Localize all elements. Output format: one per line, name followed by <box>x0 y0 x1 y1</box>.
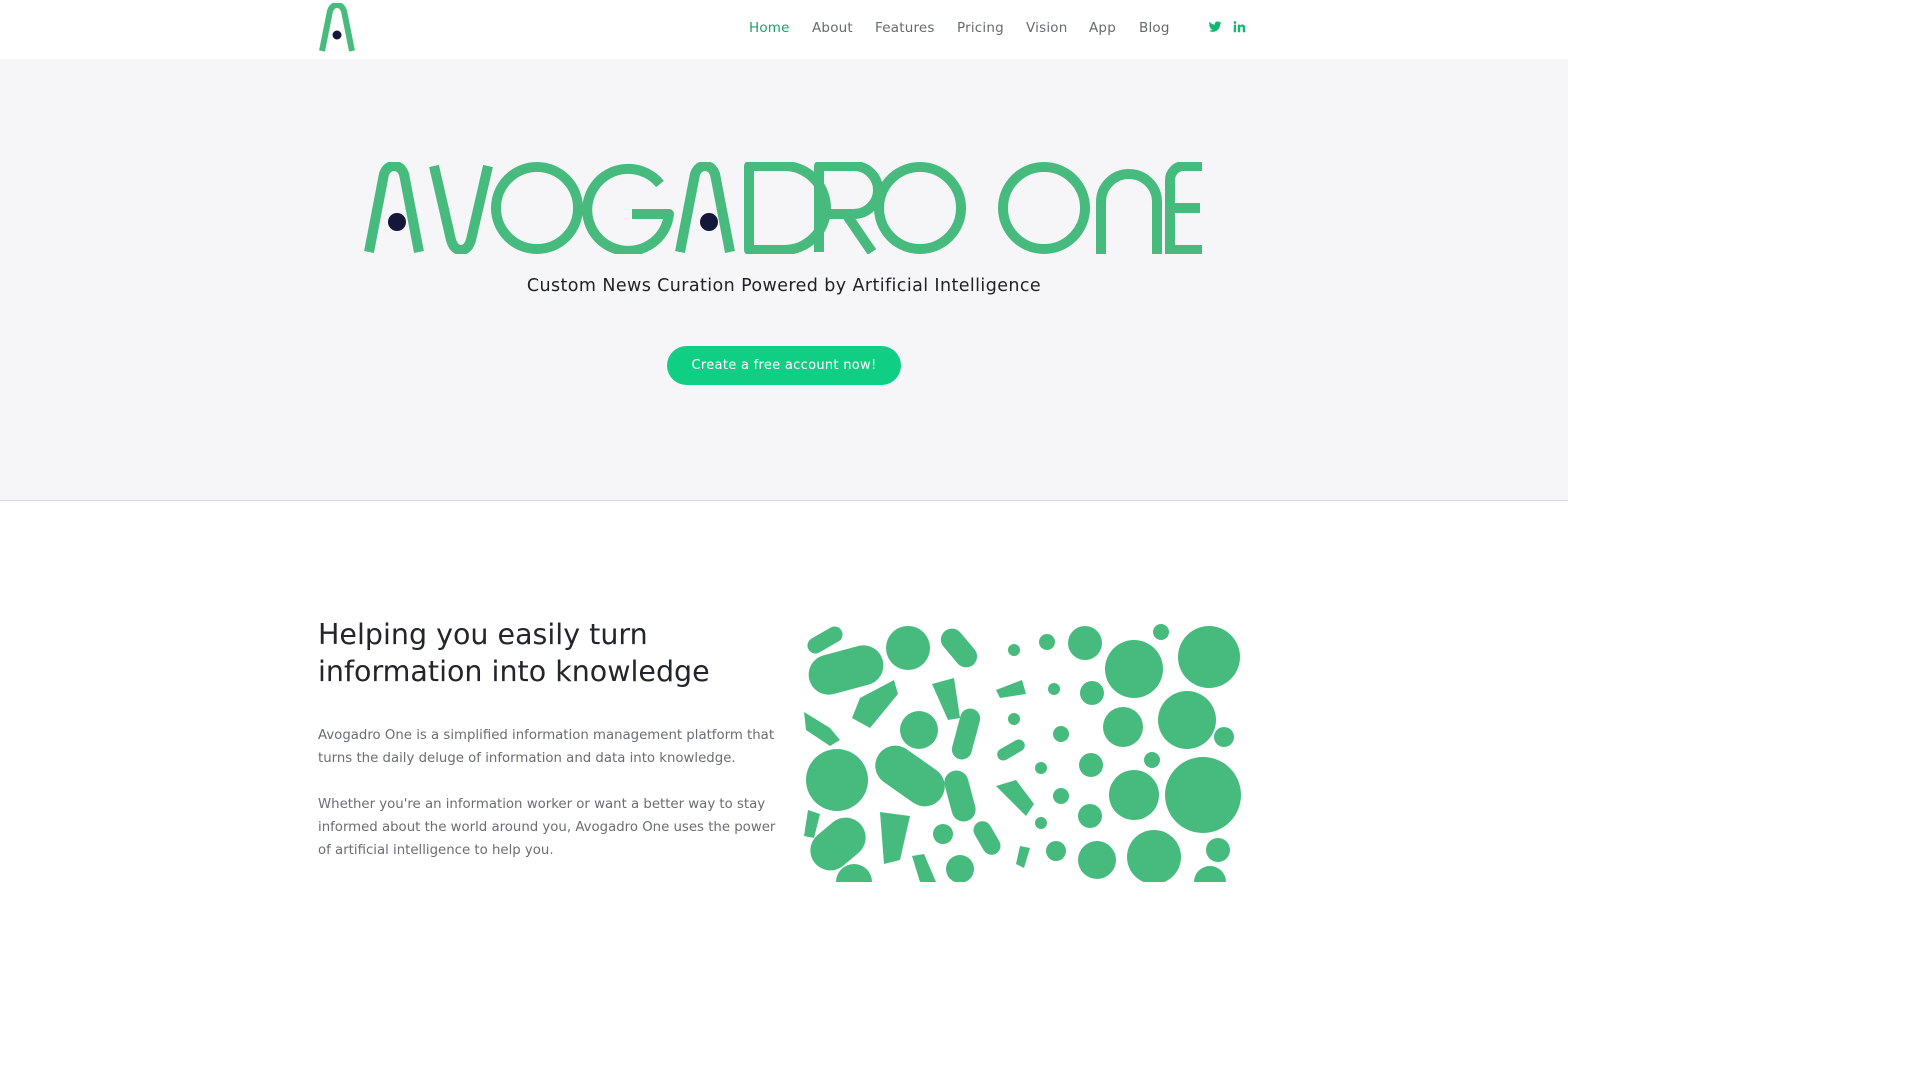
section-paragraph-2: Whether you're an information worker or … <box>318 797 776 858</box>
avogadro-one-wordmark <box>364 162 1202 254</box>
hero-subtitle: Custom News Curation Powered by Artifici… <box>526 276 1042 296</box>
nav-about-link[interactable]: About <box>812 20 853 36</box>
section-paragraph-1: Avogadro One is a simplified information… <box>318 728 775 766</box>
twitter-icon[interactable] <box>1208 20 1222 34</box>
avogadro-logo-icon[interactable] <box>317 3 357 53</box>
hero-section: Custom News Curation Powered by Artifici… <box>0 59 1568 501</box>
create-account-button[interactable]: Create a free account now! <box>667 346 901 385</box>
nav-app-link[interactable]: App <box>1089 20 1116 36</box>
nav-blog-link[interactable]: Blog <box>1139 20 1170 36</box>
nav-features-link[interactable]: Features <box>875 20 935 36</box>
linkedin-icon[interactable] <box>1232 20 1246 34</box>
nav-vision-link[interactable]: Vision <box>1026 20 1068 36</box>
section-title: Helping you easily turn information into… <box>318 618 710 688</box>
nav-pricing-link[interactable]: Pricing <box>957 20 1004 36</box>
nav-home-link[interactable]: Home <box>749 20 790 36</box>
top-navbar: Home About Features Pricing Vision App B… <box>0 0 1568 59</box>
molecule-shapes-illustration <box>804 624 1241 882</box>
